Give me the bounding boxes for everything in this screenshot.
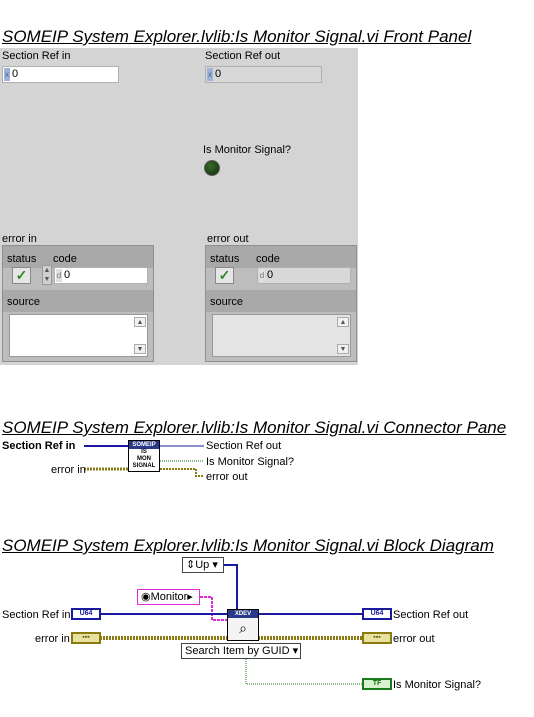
xdev-subvi-icon[interactable]: XDEV ⌕ [227,609,259,641]
direction-enum-value: Up [195,559,210,571]
bd-section-ref-out-label: Section Ref out [393,609,469,621]
dropdown-arrow-icon: ▸ [187,591,193,603]
monitor-constant[interactable]: ◉Monitor▸ [137,589,200,605]
direction-enum-constant[interactable]: ⇕Up ▾ [182,557,224,573]
bd-section-ref-out-terminal[interactable]: U64 [362,608,392,620]
bd-error-out-terminal[interactable]: ▪▪▪ [362,632,392,644]
xdev-icon-header: XDEV [228,610,258,618]
bd-is-monitor-signal-terminal[interactable]: TF [362,678,392,690]
bd-section-ref-in-label: Section Ref in [2,609,71,621]
bd-error-in-terminal[interactable]: ▪▪▪ [71,632,101,644]
dropdown-arrow-icon: ▾ [209,559,218,571]
globe-icon: ◉ [141,591,151,603]
bd-error-out-label: error out [393,633,435,645]
search-mode-enum[interactable]: Search Item by GUID ▾ [181,643,301,659]
search-mode-value: Search Item by GUID [185,645,290,657]
magnifier-icon: ⌕ [239,620,247,636]
bd-is-monitor-signal-label: Is Monitor Signal? [393,679,482,691]
monitor-constant-value: Monitor [150,591,188,603]
enum-arrows-icon: ⇕ [186,559,196,571]
dropdown-arrow-icon: ▾ [289,645,299,657]
bd-section-ref-in-terminal[interactable]: U64 [71,608,101,620]
bd-error-in-label: error in [35,633,70,645]
